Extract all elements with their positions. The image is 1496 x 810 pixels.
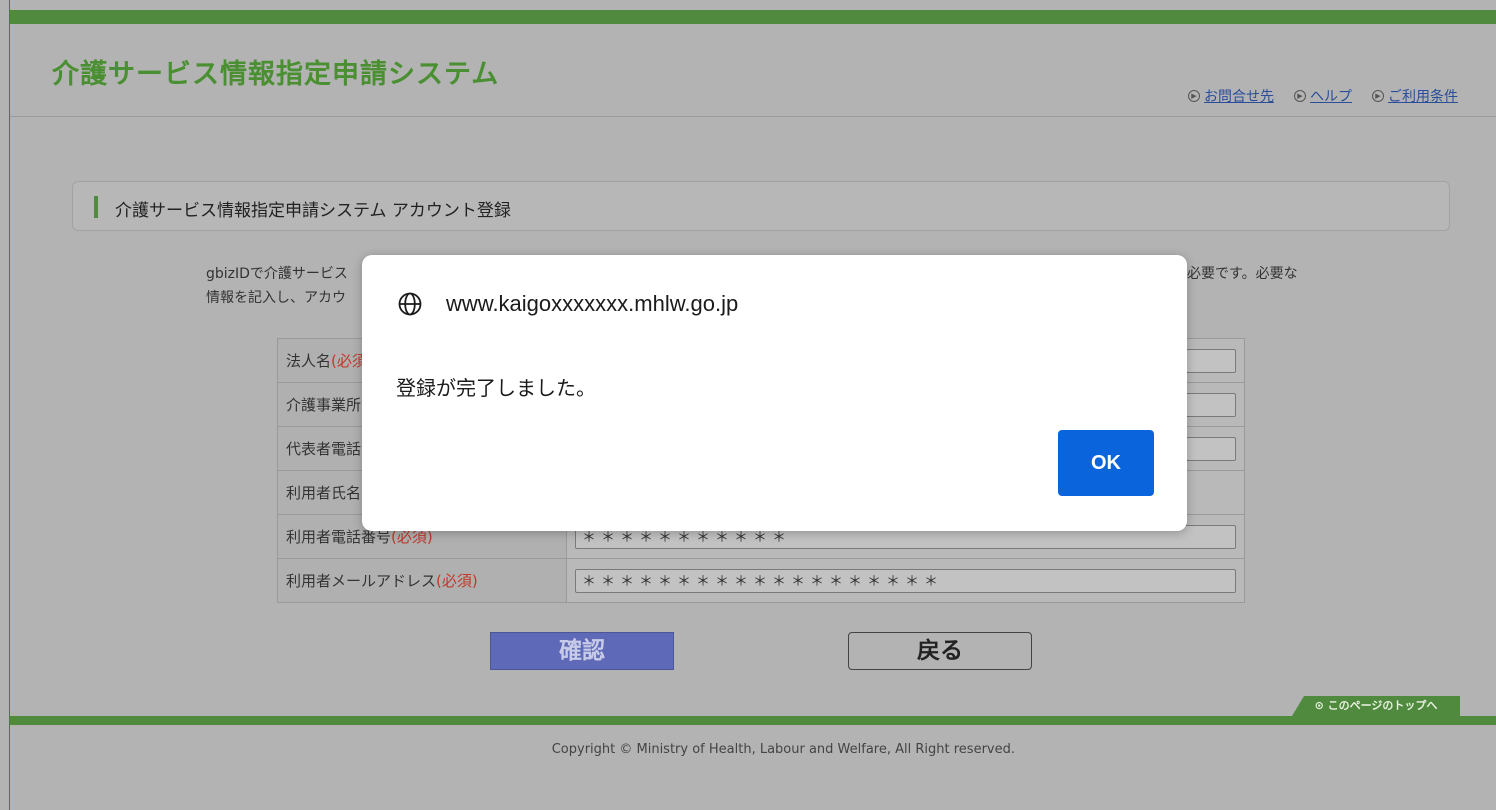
play-circle-icon: ▶ (1294, 90, 1306, 102)
confirm-button[interactable]: 確認 (490, 632, 674, 670)
section-heading-bar (94, 196, 98, 218)
play-circle-icon: ▶ (1372, 90, 1384, 102)
description-left: gbizIDで介護サービス 情報を記入し、アカウ (206, 262, 348, 310)
description-line-1: gbizIDで介護サービス (206, 266, 348, 282)
form-row-user-email: 利用者メールアドレス(必須) ＊＊＊＊＊＊＊＊＊＊＊＊＊＊＊＊＊＊＊ (277, 558, 1245, 603)
site-header: 介護サービス情報指定申請システム ▶ お問合せ先 ▶ ヘルプ ▶ ご利用条件 (10, 24, 1496, 117)
contact-link[interactable]: ▶ お問合せ先 (1188, 86, 1274, 106)
page-top-label: このページのトップへ (1327, 699, 1438, 712)
header-links: ▶ お問合せ先 ▶ ヘルプ ▶ ご利用条件 (1188, 86, 1458, 106)
required-mark: (必須) (436, 572, 478, 590)
page-top-link[interactable]: ⊙ このページのトップへ (1292, 696, 1460, 716)
user-email-input[interactable]: ＊＊＊＊＊＊＊＊＊＊＊＊＊＊＊＊＊＊＊ (575, 568, 1236, 593)
description-right: 必要です。必要な (1187, 266, 1298, 282)
dialog-hostname: www.kaigoxxxxxxx.mhlw.go.jp (446, 291, 739, 316)
copyright-text: Copyright © Ministry of Health, Labour a… (551, 742, 1015, 757)
section-heading: 介護サービス情報指定申請システム アカウント登録 (72, 181, 1450, 231)
top-accent-bar (10, 10, 1496, 24)
play-circle-icon: ▶ (1188, 90, 1200, 102)
description-line-2: 情報を記入し、アカウ (206, 290, 346, 306)
ok-button[interactable]: OK (1058, 430, 1154, 496)
field-label: 利用者氏名 (286, 484, 362, 502)
field-label: 法人名 (286, 352, 332, 370)
field-label: 介護事業所 (286, 396, 362, 414)
site-title: 介護サービス情報指定申請システム (52, 59, 500, 90)
terms-link-label[interactable]: ご利用条件 (1388, 86, 1458, 106)
section-title: 介護サービス情報指定申請システム アカウント登録 (115, 201, 511, 221)
dialog-message: 登録が完了しました。 (396, 376, 596, 400)
alert-dialog: www.kaigoxxxxxxx.mhlw.go.jp 登録が完了しました。 O… (362, 255, 1187, 531)
help-link[interactable]: ▶ ヘルプ (1294, 86, 1352, 106)
help-link-label[interactable]: ヘルプ (1310, 86, 1352, 106)
up-circle-icon: ⊙ (1314, 699, 1328, 712)
back-button[interactable]: 戻る (848, 632, 1032, 670)
contact-link-label[interactable]: お問合せ先 (1204, 86, 1274, 106)
field-label: 利用者メールアドレス (286, 572, 437, 590)
terms-link[interactable]: ▶ ご利用条件 (1372, 86, 1458, 106)
globe-icon (398, 292, 422, 316)
field-label: 代表者電話 (286, 440, 362, 458)
bottom-accent-bar (10, 716, 1496, 725)
